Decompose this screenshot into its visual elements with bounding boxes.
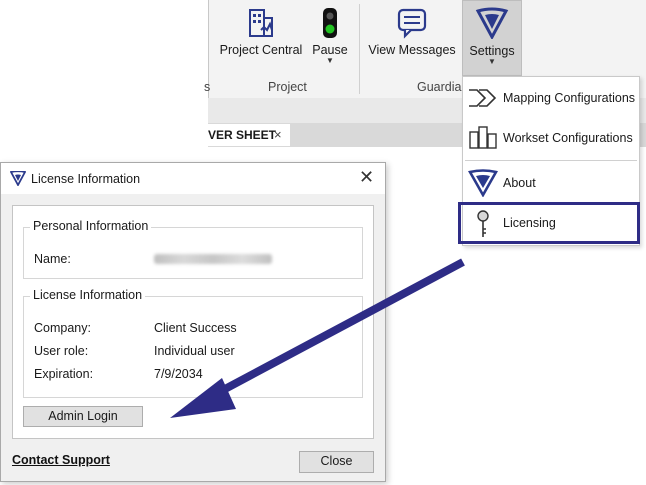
guardian-logo-icon: [467, 169, 499, 198]
ribbon-group-project-label: Project: [268, 80, 307, 94]
contact-support-link[interactable]: Contact Support: [12, 453, 110, 467]
personal-information-heading: Personal Information: [30, 219, 152, 233]
message-icon: [395, 6, 429, 43]
name-label: Name:: [34, 252, 71, 266]
admin-login-button[interactable]: Admin Login: [23, 406, 143, 427]
project-central-button[interactable]: Project Central: [216, 0, 306, 78]
menu-item-label: Workset Configurations: [503, 131, 633, 145]
chevron-down-icon: ▼: [488, 57, 496, 66]
chevron-down-icon: ▼: [326, 56, 334, 65]
building-health-icon: [244, 6, 278, 43]
traffic-light-icon: [319, 6, 341, 43]
menu-divider: [465, 160, 637, 161]
licensing-highlight-box: [458, 202, 640, 244]
ribbon-group-label-partial: s: [204, 80, 211, 94]
dialog-title-bar[interactable]: License Information ✕: [1, 163, 385, 194]
project-central-label: Project Central: [219, 43, 303, 57]
redacted-name-value: [154, 254, 272, 264]
close-button[interactable]: Close: [299, 451, 374, 473]
dialog-title: License Information: [31, 172, 141, 186]
guardian-logo-icon: [9, 170, 27, 191]
user-role-label: User role:: [34, 344, 89, 358]
tab-sheet[interactable]: VER SHEET ×: [208, 124, 290, 146]
workset-icon: [467, 124, 499, 152]
view-messages-label: View Messages: [368, 43, 456, 57]
guardian-logo-icon: [475, 7, 509, 42]
menu-item-label: Mapping Configurations: [503, 91, 636, 105]
expiration-value: 7/9/2034: [154, 367, 203, 381]
menu-item-workset-configurations[interactable]: Workset Configurations: [463, 121, 639, 155]
view-messages-button[interactable]: View Messages: [366, 0, 458, 78]
menu-item-mapping-configurations[interactable]: Mapping Configurations: [463, 81, 639, 115]
close-tab-icon[interactable]: ×: [274, 124, 282, 146]
menu-item-about[interactable]: About: [463, 166, 639, 200]
menu-item-label: About: [503, 176, 536, 190]
close-icon[interactable]: ✕: [359, 167, 374, 188]
mapping-icon: [467, 84, 499, 112]
company-label: Company:: [34, 321, 91, 335]
ribbon-group-guardian-label: Guardia: [417, 80, 462, 94]
settings-label: Settings: [469, 44, 515, 58]
license-information-heading: License Information: [30, 288, 146, 302]
personal-information-group: Personal Information: [23, 219, 363, 279]
ribbon-group-divider: [359, 4, 360, 94]
expiration-label: Expiration:: [34, 367, 94, 381]
settings-button[interactable]: Settings ▼: [462, 0, 522, 76]
user-role-value: Individual user: [154, 344, 235, 358]
company-value: Client Success: [154, 321, 237, 335]
pause-button[interactable]: Pause ▼: [308, 0, 352, 78]
pause-label: Pause: [312, 43, 348, 57]
tab-sheet-label: VER SHEET: [208, 128, 277, 142]
